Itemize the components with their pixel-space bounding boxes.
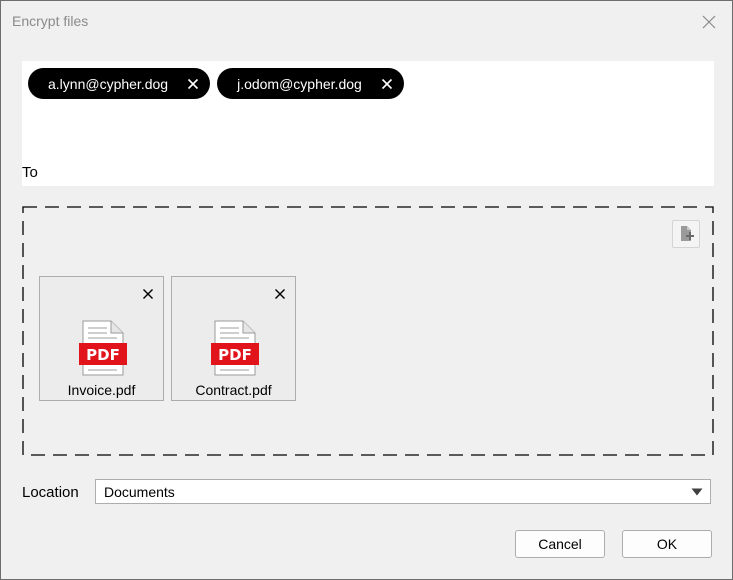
- close-icon: [381, 78, 392, 89]
- pdf-file-icon: PDF: [79, 320, 127, 376]
- location-dropdown[interactable]: Documents: [95, 479, 711, 504]
- add-file-icon: [681, 226, 694, 241]
- close-icon: [143, 289, 153, 299]
- chevron-down-icon: [691, 488, 703, 496]
- pdf-badge-label: PDF: [218, 346, 252, 364]
- location-selected-value: Documents: [104, 484, 175, 500]
- location-label: Location: [22, 484, 79, 501]
- to-label: To: [22, 164, 38, 181]
- pdf-badge-label: PDF: [86, 346, 120, 364]
- close-icon: [702, 15, 716, 29]
- recipient-chip-label: a.lynn@cypher.dog: [48, 75, 169, 92]
- add-file-button[interactable]: [672, 220, 700, 248]
- close-button[interactable]: [696, 9, 722, 35]
- remove-recipient-button[interactable]: [186, 77, 200, 91]
- file-drop-zone[interactable]: PDF Invoice.pdf PDF Contract.pdf: [22, 206, 714, 456]
- remove-file-button[interactable]: [142, 287, 154, 299]
- close-icon: [275, 289, 285, 299]
- recipient-chip[interactable]: j.odom@cypher.dog: [217, 68, 404, 99]
- encrypt-files-dialog: Encrypt files a.lynn@cypher.dog j.odom@c…: [0, 0, 733, 580]
- file-tile[interactable]: PDF Contract.pdf: [171, 276, 296, 401]
- file-list: PDF Invoice.pdf PDF Contract.pdf: [39, 276, 296, 401]
- file-name: Contract.pdf: [195, 382, 272, 398]
- file-name: Invoice.pdf: [67, 382, 136, 398]
- remove-file-button[interactable]: [274, 287, 286, 299]
- title-bar: Encrypt files: [1, 1, 732, 41]
- close-icon: [188, 78, 199, 89]
- recipients-field[interactable]: a.lynn@cypher.dog j.odom@cypher.dog To: [22, 61, 714, 186]
- ok-button[interactable]: OK: [622, 530, 712, 558]
- pdf-file-icon: PDF: [211, 320, 259, 376]
- recipient-chips: a.lynn@cypher.dog j.odom@cypher.dog: [28, 68, 404, 99]
- file-tile[interactable]: PDF Invoice.pdf: [39, 276, 164, 401]
- remove-recipient-button[interactable]: [380, 77, 394, 91]
- cancel-button[interactable]: Cancel: [515, 530, 605, 558]
- dialog-title: Encrypt files: [12, 13, 89, 29]
- recipient-chip[interactable]: a.lynn@cypher.dog: [28, 68, 211, 99]
- recipient-chip-label: j.odom@cypher.dog: [237, 75, 362, 92]
